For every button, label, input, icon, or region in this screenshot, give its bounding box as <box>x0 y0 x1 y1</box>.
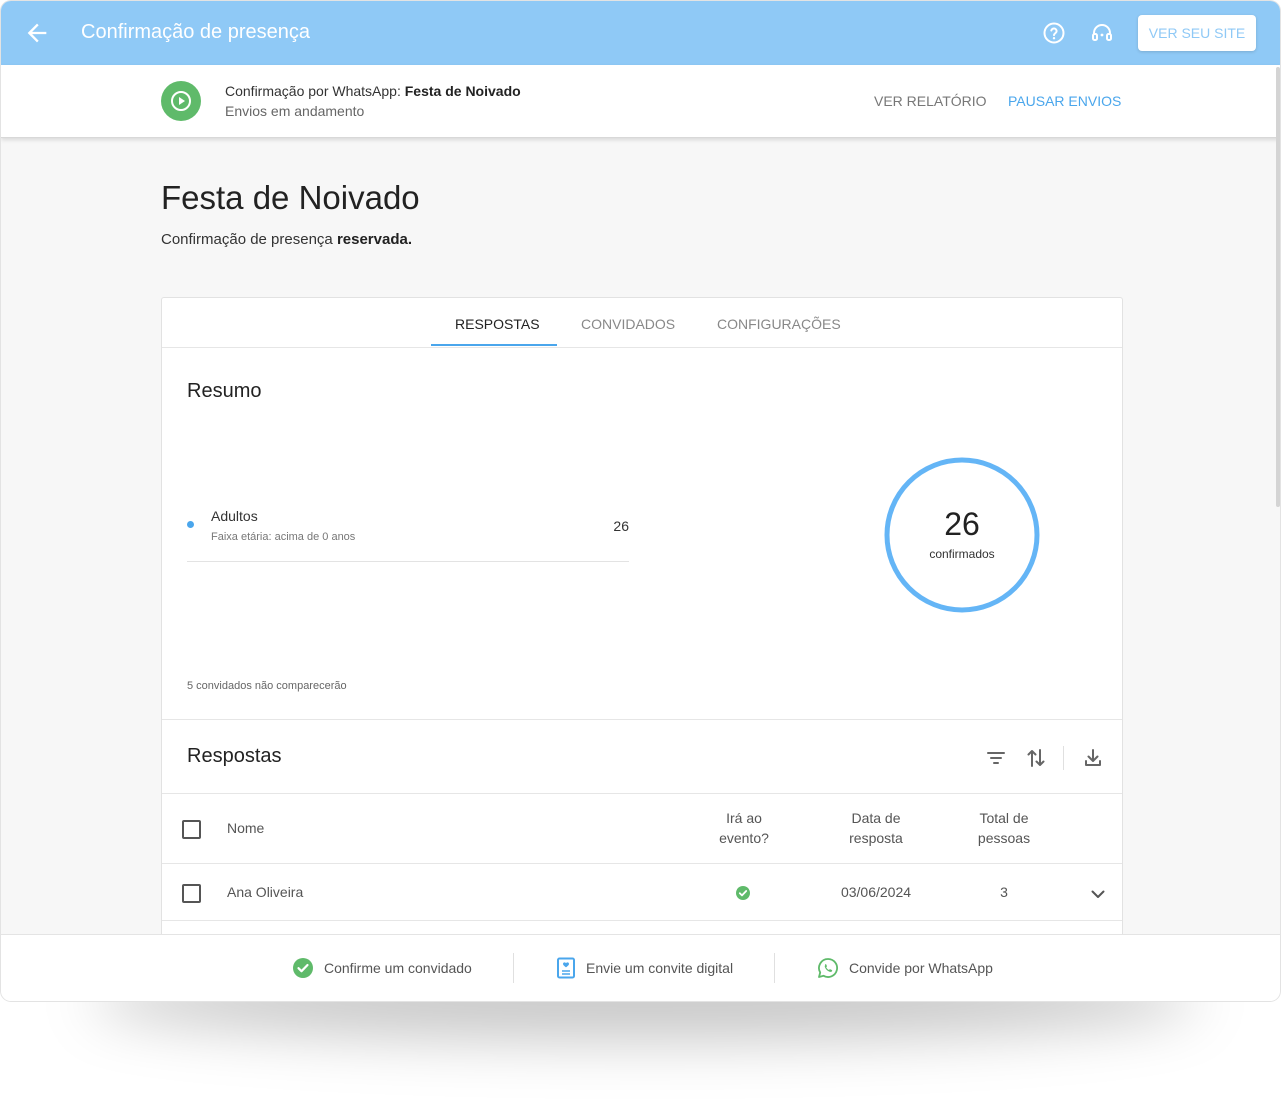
play-icon[interactable] <box>161 81 201 121</box>
confirmed-count: 26 <box>944 506 980 542</box>
group-label: Adultos <box>211 508 258 524</box>
confirmed-label: confirmados <box>929 547 995 561</box>
column-header-total-line1: Total de <box>979 810 1029 826</box>
view-site-button[interactable]: VER SEU SITE <box>1138 15 1256 51</box>
invite-whatsapp-button[interactable]: Convide por WhatsApp <box>817 957 993 979</box>
sending-status-bar: Confirmação por WhatsApp: Festa de Noiva… <box>1 65 1280 138</box>
table-row-divider <box>162 920 1122 921</box>
back-arrow-icon[interactable] <box>23 19 51 47</box>
guest-name: Ana Oliveira <box>227 884 304 900</box>
event-subtitle: Confirmação de presença reservada. <box>161 231 412 248</box>
legend-dot <box>187 521 194 528</box>
status-state: Envios em andamento <box>225 103 365 119</box>
status-title-prefix: Confirmação por WhatsApp: <box>225 83 401 99</box>
bottom-action-bar: Confirme um convidado Envie um convite d… <box>1 934 1280 1001</box>
column-header-attending: Irá ao evento? <box>692 808 796 848</box>
send-digital-invite-label: Envie um convite digital <box>586 960 734 976</box>
group-age-range: Faixa etária: acima de 0 anos <box>211 531 356 543</box>
scrollbar[interactable] <box>1276 67 1280 507</box>
chevron-down-icon[interactable] <box>1086 882 1110 906</box>
pause-sending-button[interactable]: PAUSAR ENVIOS <box>1008 93 1121 109</box>
check-icon <box>736 886 750 900</box>
section-divider <box>162 719 1122 720</box>
confirm-guest-button[interactable]: Confirme um convidado <box>292 957 472 979</box>
event-title: Festa de Noivado <box>161 179 420 216</box>
response-date: 03/06/2024 <box>840 884 912 900</box>
status-event-name: Festa de Noivado <box>404 83 521 99</box>
bottom-separator <box>774 953 775 983</box>
responses-title: Respostas <box>187 745 282 767</box>
event-subtitle-bold: reservada. <box>336 231 412 248</box>
tab-bar: RESPOSTAS CONVIDADOS CONFIGURAÇÕES <box>162 298 1122 348</box>
tab-configuracoes[interactable]: CONFIGURAÇÕES <box>717 316 841 332</box>
support-headset-icon[interactable] <box>1090 21 1114 45</box>
check-circle-icon <box>293 958 313 978</box>
invite-whatsapp-label: Convide por WhatsApp <box>849 960 993 976</box>
group-divider <box>187 561 629 562</box>
filter-icon[interactable] <box>984 746 1008 770</box>
group-count: 26 <box>613 518 629 534</box>
not-attending-note: 5 convidados não comparecerão <box>187 680 347 692</box>
total-people: 3 <box>1000 884 1008 900</box>
column-header-date-line1: Data de <box>851 810 901 826</box>
responses-card: RESPOSTAS CONVIDADOS CONFIGURAÇÕES Resum… <box>161 297 1123 999</box>
invitation-card-icon <box>557 957 575 979</box>
page-title: Confirmação de presença <box>81 21 311 43</box>
tab-convidados[interactable]: CONVIDADOS <box>581 316 675 332</box>
download-icon[interactable] <box>1081 746 1105 770</box>
help-icon[interactable] <box>1042 21 1066 45</box>
column-header-total-line2: pessoas <box>977 830 1031 846</box>
column-header-name: Nome <box>227 820 265 836</box>
toolbar-separator <box>1063 746 1064 770</box>
status-title: Confirmação por WhatsApp: Festa de Noiva… <box>225 83 521 99</box>
top-bar: Confirmação de presença VER SEU SITE <box>1 1 1280 65</box>
send-digital-invite-button[interactable]: Envie um convite digital <box>556 957 733 979</box>
column-header-attending-line1: Irá ao <box>726 810 762 826</box>
row-checkbox[interactable] <box>182 884 201 903</box>
column-header-total: Total de pessoas <box>952 808 1056 848</box>
confirm-guest-label: Confirme um convidado <box>324 960 472 976</box>
whatsapp-icon <box>818 958 838 978</box>
event-subtitle-prefix: Confirmação de presença <box>161 231 333 248</box>
column-header-attending-line2: evento? <box>719 830 769 846</box>
column-header-date-line2: resposta <box>849 830 903 846</box>
active-tab-indicator <box>431 344 557 346</box>
bottom-separator <box>513 953 514 983</box>
tab-respostas[interactable]: RESPOSTAS <box>455 316 540 332</box>
app-window: Confirmação de presença VER SEU SITE Con… <box>1 1 1280 1001</box>
sort-icon[interactable] <box>1024 746 1048 770</box>
table-header-divider <box>162 863 1122 864</box>
table-top-divider <box>162 793 1122 794</box>
select-all-checkbox[interactable] <box>182 820 201 839</box>
view-report-button[interactable]: VER RELATÓRIO <box>874 93 987 109</box>
summary-title: Resumo <box>187 380 262 402</box>
column-header-date: Data de resposta <box>824 808 928 848</box>
